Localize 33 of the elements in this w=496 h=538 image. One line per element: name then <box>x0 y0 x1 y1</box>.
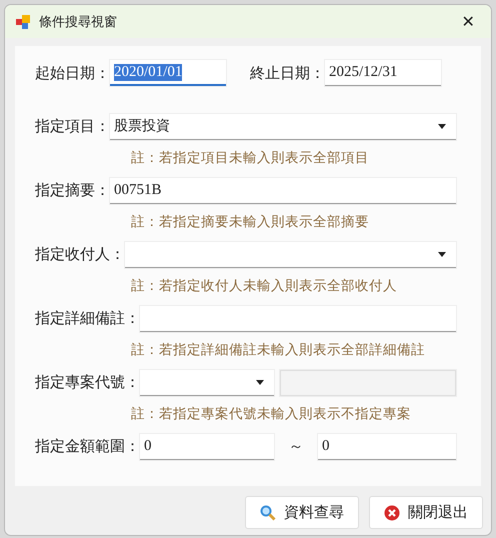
input-field[interactable]: 0 <box>140 434 274 460</box>
search-button[interactable]: 資料查尋 <box>245 496 359 529</box>
field-label: 指定金額範圍： <box>35 437 140 456</box>
field-label: 指定項目： <box>35 117 110 136</box>
date-field[interactable]: 2025/12/31 <box>325 60 441 86</box>
range-separator: ～ <box>288 437 304 456</box>
caret-icon <box>438 124 446 128</box>
field-label: 起始日期： <box>35 64 110 82</box>
field-label: 指定詳細備註： <box>35 309 140 328</box>
app-icon <box>15 14 31 30</box>
close-button[interactable]: ✕ <box>445 5 491 38</box>
field-label: 指定收付人： <box>35 245 125 264</box>
dropdown-field[interactable] <box>125 242 456 268</box>
date-field[interactable]: 2020/01/01 <box>110 60 226 86</box>
field-label: 終止日期： <box>250 64 325 82</box>
field-label: 指定專案代號： <box>35 373 140 392</box>
hint-note: 註：若指定詳細備註未輸入則表示全部詳細備註 <box>130 341 426 360</box>
caret-icon <box>438 252 446 256</box>
close-icon <box>384 504 400 520</box>
hint-note: 註：若指定項目未輸入則表示全部項目 <box>130 149 370 168</box>
caret-icon <box>256 380 264 384</box>
hint-note: 註：若指定收付人未輸入則表示全部收付人 <box>130 277 398 296</box>
magnifier-icon <box>260 504 276 520</box>
exit-button[interactable]: 關閉退出 <box>369 496 483 529</box>
dropdown-field[interactable]: 股票投資 <box>110 114 456 140</box>
input-field[interactable]: 0 <box>318 434 456 460</box>
window-title: 條件搜尋視窗 <box>39 14 117 30</box>
hint-note: 註：若指定摘要未輸入則表示全部摘要 <box>130 213 370 232</box>
input-field[interactable] <box>140 306 456 332</box>
field-label: 指定摘要： <box>35 181 110 200</box>
dropdown-field[interactable] <box>140 370 274 396</box>
input-field[interactable]: 00751B <box>110 178 456 204</box>
hint-note: 註：若指定專案代號未輸入則表示不指定專案 <box>130 405 412 424</box>
